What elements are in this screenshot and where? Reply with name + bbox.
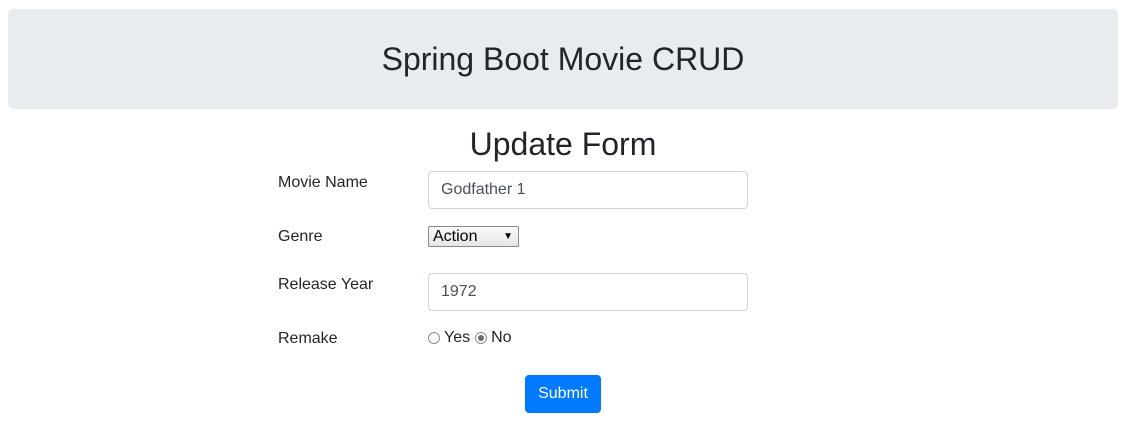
genre-label: Genre [278,228,323,245]
release-year-label: Release Year [278,276,374,293]
header-banner: Spring Boot Movie CRUD [8,9,1118,109]
chevron-down-icon: ▼ [503,231,513,242]
remake-yes-radio[interactable] [428,332,440,344]
submit-button[interactable]: Submit [525,375,601,413]
remake-label: Remake [278,330,338,347]
genre-select[interactable]: Action ▼ [428,226,519,247]
remake-no-label[interactable]: No [491,328,511,348]
release-year-input[interactable] [428,273,748,311]
movie-name-label: Movie Name [278,174,368,191]
remake-yes-label[interactable]: Yes [444,328,470,348]
site-title: Spring Boot Movie CRUD [381,41,745,77]
genre-selected-value: Action [433,228,478,245]
form-title: Update Form [469,126,657,162]
remake-no-radio[interactable] [475,332,488,344]
movie-name-input[interactable] [428,171,748,209]
remake-radio-group: Yes No [428,328,517,348]
